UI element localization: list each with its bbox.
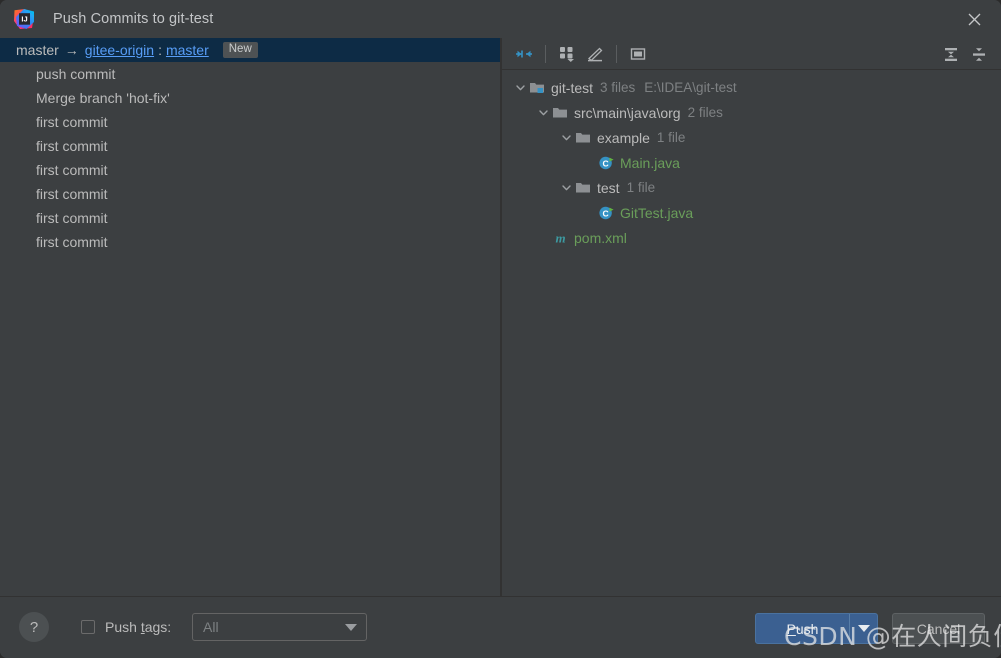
tree-node-file-count: 1 file [656, 130, 686, 145]
commit-list-pane: master → gitee-origin : master New push … [0, 38, 500, 596]
commit-message: Merge branch 'hot-fix' [36, 90, 170, 106]
folder-icon [574, 180, 592, 196]
collapse-selection-icon[interactable] [510, 41, 538, 67]
changed-files-pane: git-test 3 files E:\IDEA\git-test src\main\… [502, 38, 1001, 596]
group-by-icon[interactable] [553, 41, 581, 67]
commit-row[interactable]: push commit [0, 62, 500, 86]
branch-separator: : [158, 42, 162, 58]
svg-text:C: C [602, 208, 608, 218]
push-tags-label-post: ags: [144, 619, 172, 635]
commit-rows: push commit Merge branch 'hot-fix' first c… [0, 62, 500, 254]
commit-message: first commit [36, 162, 108, 178]
push-tags-label-pre: Push [105, 619, 141, 635]
changed-files-tree: git-test 3 files E:\IDEA\git-test src\main\… [502, 70, 1001, 250]
tree-node-label: pom.xml [574, 229, 627, 246]
commit-message: first commit [36, 114, 108, 130]
commit-row[interactable]: first commit [0, 110, 500, 134]
commit-row[interactable]: Merge branch 'hot-fix' [0, 86, 500, 110]
push-button[interactable]: Push [755, 613, 878, 644]
module-folder-icon [528, 80, 546, 96]
java-class-icon: C [597, 155, 615, 171]
tree-row[interactable]: m pom.xml [502, 225, 1001, 250]
tree-node-file-count: 2 files [687, 105, 723, 120]
new-badge: New [222, 42, 258, 58]
tree-row[interactable]: src\main\java\org 2 files [502, 100, 1001, 125]
push-button-rest: ush [795, 620, 819, 637]
commit-row[interactable]: first commit [0, 206, 500, 230]
window-title: Push Commits to git-test [53, 11, 214, 27]
commit-row[interactable]: first commit [0, 182, 500, 206]
remote-link[interactable]: gitee-origin [85, 42, 154, 58]
help-button[interactable]: ? [19, 612, 49, 642]
commit-message: first commit [36, 210, 108, 226]
folder-icon [574, 130, 592, 146]
tree-row[interactable]: test 1 file [502, 175, 1001, 200]
chevron-down-icon [857, 625, 870, 632]
chevron-down-icon[interactable] [512, 80, 528, 96]
close-icon[interactable] [947, 0, 1001, 38]
tree-row[interactable]: example 1 file [502, 125, 1001, 150]
maven-icon: m [551, 230, 569, 246]
commit-row[interactable]: first commit [0, 134, 500, 158]
intellij-idea-logo-icon: IJ [13, 8, 35, 30]
tree-row[interactable]: C GitTest.java [502, 200, 1001, 225]
tree-node-file-count: 3 files [600, 80, 636, 95]
svg-text:m: m [555, 230, 565, 245]
cancel-button[interactable]: Cancel [892, 613, 985, 644]
tree-node-label: test [597, 179, 620, 196]
tree-node-label: Main.java [620, 154, 680, 171]
tree-node-path: E:\IDEA\git-test [644, 80, 737, 95]
chevron-down-icon[interactable] [535, 105, 551, 121]
commit-message: first commit [36, 234, 108, 250]
expand-all-icon[interactable] [937, 41, 965, 67]
remote-branch-link[interactable]: master [166, 42, 209, 58]
toolbar-separator-1 [545, 44, 546, 63]
commit-message: first commit [36, 138, 108, 154]
commit-row[interactable]: first commit [0, 158, 500, 182]
chevron-down-icon[interactable] [558, 180, 574, 196]
tree-node-label: GitTest.java [620, 204, 694, 221]
java-class-icon: C [597, 205, 615, 221]
tree-node-file-count: 1 file [626, 180, 656, 195]
arrow-right-icon: → [64, 42, 79, 58]
file-tree-toolbar [502, 38, 1001, 70]
toolbar-separator-2 [616, 44, 617, 63]
commit-message: push commit [36, 66, 116, 82]
tree-row[interactable]: C Main.java [502, 150, 1001, 175]
commit-row[interactable]: first commit [0, 230, 500, 254]
push-button-accel: P [786, 620, 796, 637]
svg-text:C: C [602, 158, 608, 168]
chevron-down-icon[interactable] [558, 130, 574, 146]
push-commits-dialog: IJ Push Commits to git-test master → git… [0, 0, 1001, 658]
edit-icon[interactable] [581, 41, 609, 67]
svg-text:IJ: IJ [21, 15, 27, 24]
commit-message: first commit [36, 186, 108, 202]
chevron-down-icon [345, 624, 357, 631]
push-tags-label[interactable]: Push tags: [105, 619, 171, 635]
tree-row[interactable]: git-test 3 files E:\IDEA\git-test [502, 75, 1001, 100]
push-button-label: Push [756, 621, 849, 637]
tree-node-label: example [597, 129, 650, 146]
collapse-all-icon[interactable] [965, 41, 993, 67]
folder-icon [551, 105, 569, 121]
branch-row[interactable]: master → gitee-origin : master New [0, 38, 500, 62]
push-tags-value: All [203, 619, 219, 635]
push-tags-checkbox[interactable] [81, 620, 95, 634]
tree-node-label: git-test [551, 79, 594, 96]
title-bar: IJ Push Commits to git-test [0, 0, 1001, 38]
preview-diff-icon[interactable] [624, 41, 652, 67]
dialog-body: master → gitee-origin : master New push … [0, 38, 1001, 596]
push-dropdown-button[interactable] [850, 625, 877, 632]
push-tags-select[interactable]: All [192, 613, 367, 641]
local-branch-label: master [16, 42, 59, 58]
tree-node-label: src\main\java\org [574, 104, 681, 121]
